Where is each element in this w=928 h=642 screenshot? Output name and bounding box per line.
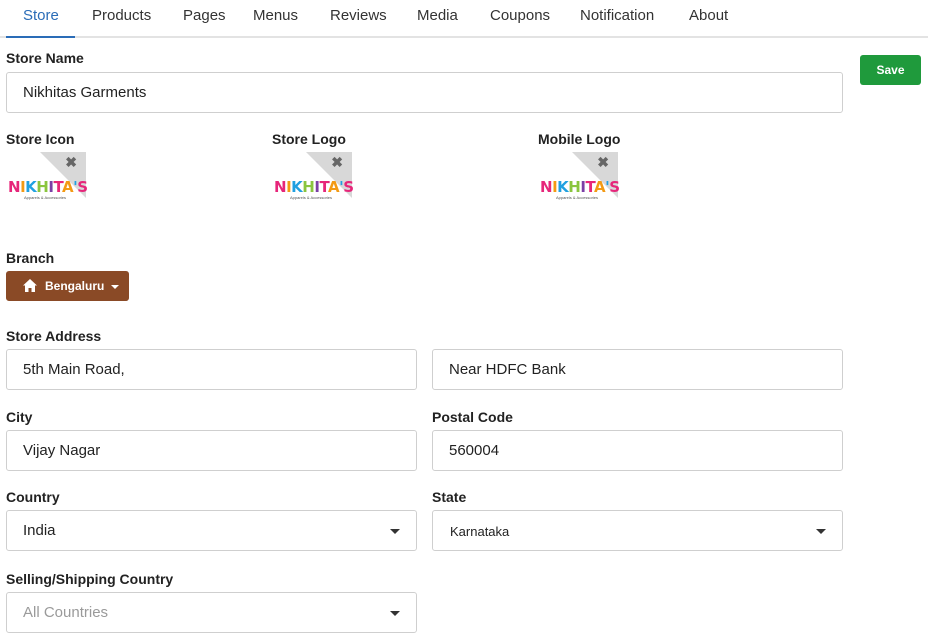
- country-label: Country: [6, 489, 60, 505]
- remove-icon[interactable]: ✖: [331, 155, 343, 169]
- mobile-logo-label: Mobile Logo: [538, 131, 621, 147]
- save-button[interactable]: Save: [860, 55, 921, 85]
- postal-code-label: Postal Code: [432, 409, 513, 425]
- store-name-input[interactable]: Nikhitas Garments: [6, 72, 843, 113]
- tab-reviews[interactable]: Reviews: [330, 0, 387, 38]
- state-select[interactable]: Karnataka: [432, 510, 843, 551]
- country-select[interactable]: India: [6, 510, 417, 551]
- store-name-label: Store Name: [6, 50, 84, 66]
- city-label: City: [6, 409, 33, 425]
- store-address-label: Store Address: [6, 328, 102, 344]
- address-line1-input[interactable]: 5th Main Road,: [6, 349, 417, 390]
- branch-value: Bengaluru: [45, 279, 105, 293]
- tab-products[interactable]: Products: [92, 0, 151, 38]
- tab-menus[interactable]: Menus: [253, 0, 298, 38]
- tab-pages[interactable]: Pages: [183, 0, 226, 38]
- state-label: State: [432, 489, 467, 505]
- store-icon-label: Store Icon: [6, 131, 75, 147]
- mobile-logo-image: ✖ NIKHITA'S Apparels & Accessories: [538, 152, 620, 204]
- city-input[interactable]: Vijay Nagar: [6, 430, 417, 471]
- selling-country-select[interactable]: All Countries: [6, 592, 417, 633]
- tab-about[interactable]: About: [689, 0, 728, 38]
- home-icon: [23, 279, 37, 292]
- selling-country-label: Selling/Shipping Country: [6, 571, 174, 587]
- tab-bar: Store Products Pages Menus Reviews Media…: [0, 0, 928, 38]
- logo-tagline: Apparels & Accessories: [556, 195, 599, 200]
- tab-coupons[interactable]: Coupons: [490, 0, 550, 38]
- tab-media[interactable]: Media: [417, 0, 458, 38]
- chevron-down-icon: [816, 529, 826, 534]
- logo-wordmark: NIKHITA'S: [540, 178, 620, 196]
- tab-notification[interactable]: Notification: [580, 0, 654, 38]
- address-line2-input[interactable]: Near HDFC Bank: [432, 349, 843, 390]
- chevron-down-icon: [390, 529, 400, 534]
- logo-wordmark: NIKHITA'S: [8, 178, 88, 196]
- chevron-down-icon: [111, 285, 119, 289]
- store-logo-image: ✖ NIKHITA'S Apparels & Accessories: [272, 152, 354, 204]
- store-logo-label: Store Logo: [272, 131, 346, 147]
- logo-tagline: Apparels & Accessories: [290, 195, 333, 200]
- store-name-value: Nikhitas Garments: [23, 84, 147, 101]
- logo-wordmark: NIKHITA'S: [274, 178, 354, 196]
- tab-store[interactable]: Store: [6, 0, 75, 38]
- store-icon-image: ✖ NIKHITA'S Apparels & Accessories: [6, 152, 88, 204]
- postal-code-input[interactable]: 560004: [432, 430, 843, 471]
- logo-tagline: Apparels & Accessories: [24, 195, 67, 200]
- chevron-down-icon: [390, 611, 400, 616]
- branch-dropdown[interactable]: Bengaluru: [6, 271, 129, 301]
- remove-icon[interactable]: ✖: [597, 155, 609, 169]
- branch-label: Branch: [6, 250, 55, 266]
- remove-icon[interactable]: ✖: [65, 155, 77, 169]
